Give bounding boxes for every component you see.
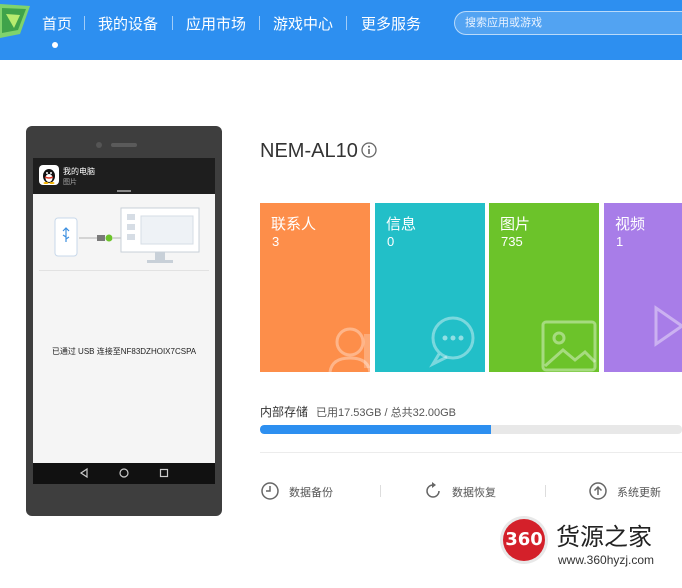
restore-button[interactable]: 数据恢复 bbox=[423, 480, 503, 502]
back-icon bbox=[79, 467, 88, 479]
system-update-button[interactable]: 系统更新 bbox=[588, 480, 668, 502]
contacts-tile[interactable]: 联系人 3 bbox=[260, 203, 370, 372]
backup-button[interactable]: 数据备份 bbox=[260, 480, 340, 502]
video-icon bbox=[654, 305, 682, 347]
phone-screen: 我的电脑 图片 已通过 USB 连接至NF83DZHOIX7CSPA bbox=[33, 158, 215, 484]
nav-home-tab[interactable]: 首页 bbox=[42, 13, 72, 34]
nav-game-center-tab[interactable]: 游戏中心 bbox=[273, 13, 333, 34]
usb-connection-illustration bbox=[54, 207, 200, 263]
tile-count: 1 bbox=[616, 234, 624, 249]
storage-label: 内部存储 bbox=[260, 405, 309, 419]
upgrade-arrow-icon bbox=[589, 482, 607, 500]
device-name: NEM-AL10 bbox=[260, 140, 358, 162]
storage-usage-text: 已用17.53GB / 总共32.00GB bbox=[316, 407, 457, 419]
storage-progress-bar bbox=[260, 425, 682, 434]
notification-title: 我的电脑 bbox=[63, 167, 95, 176]
notification-handle bbox=[117, 190, 131, 192]
watermark-badge-text: 360 bbox=[503, 519, 545, 561]
watermark-logo: 360 bbox=[500, 516, 548, 564]
phone-preview: 我的电脑 图片 已通过 USB 连接至NF83DZHOIX7CSPA bbox=[26, 126, 222, 516]
search-box[interactable] bbox=[454, 11, 682, 35]
nav-app-market-tab[interactable]: 应用市场 bbox=[186, 13, 246, 34]
action-separator bbox=[545, 485, 546, 497]
info-icon[interactable] bbox=[361, 142, 377, 158]
picture-icon bbox=[541, 320, 597, 372]
action-label: 数据恢复 bbox=[452, 487, 496, 499]
tile-count: 0 bbox=[387, 234, 395, 249]
search-input[interactable] bbox=[455, 12, 682, 34]
watermark-url: www.360hyzj.com bbox=[558, 553, 655, 567]
action-separator bbox=[380, 485, 381, 497]
screen-divider bbox=[39, 270, 209, 271]
phone-nav-keys bbox=[33, 463, 215, 484]
clock-icon bbox=[261, 482, 279, 500]
active-tab-indicator bbox=[52, 42, 58, 48]
phone-notification: 我的电脑 图片 bbox=[33, 158, 215, 194]
nav-more-services-tab[interactable]: 更多服务 bbox=[361, 13, 421, 34]
tile-count: 735 bbox=[501, 234, 523, 249]
nav-my-devices-tab[interactable]: 我的设备 bbox=[98, 13, 158, 34]
tile-label: 图片 bbox=[500, 216, 531, 233]
phone-camera bbox=[96, 142, 102, 148]
watermark-title: 货源之家 bbox=[556, 523, 652, 551]
nav-separator bbox=[84, 16, 85, 30]
qq-penguin-icon bbox=[39, 165, 59, 185]
tile-label: 联系人 bbox=[271, 216, 317, 233]
tile-label: 视频 bbox=[615, 216, 646, 233]
contacts-icon bbox=[328, 327, 370, 372]
tile-label: 信息 bbox=[386, 216, 417, 233]
nav-separator bbox=[172, 16, 173, 30]
restore-icon bbox=[426, 482, 440, 498]
nav-separator bbox=[259, 16, 260, 30]
phone-speaker bbox=[111, 143, 137, 147]
tile-count: 3 bbox=[272, 234, 280, 249]
notification-subtitle: 图片 bbox=[63, 179, 77, 186]
usb-connection-status: 已通过 USB 连接至NF83DZHOIX7CSPA bbox=[51, 347, 197, 356]
messages-tile[interactable]: 信息 0 bbox=[375, 203, 485, 372]
chat-bubble-icon bbox=[429, 316, 475, 368]
action-label: 系统更新 bbox=[617, 487, 661, 499]
top-nav-bar: 首页 我的设备 应用市场 游戏中心 更多服务 bbox=[0, 0, 682, 60]
photos-tile[interactable]: 图片 735 bbox=[489, 203, 599, 372]
home-icon bbox=[119, 468, 129, 478]
storage-progress-fill bbox=[260, 425, 492, 434]
recent-apps-icon bbox=[159, 468, 169, 478]
divider bbox=[260, 452, 682, 453]
app-logo-icon[interactable] bbox=[0, 0, 32, 42]
nav-separator bbox=[346, 16, 347, 30]
videos-tile[interactable]: 视频 1 bbox=[604, 203, 682, 372]
action-label: 数据备份 bbox=[289, 487, 333, 499]
